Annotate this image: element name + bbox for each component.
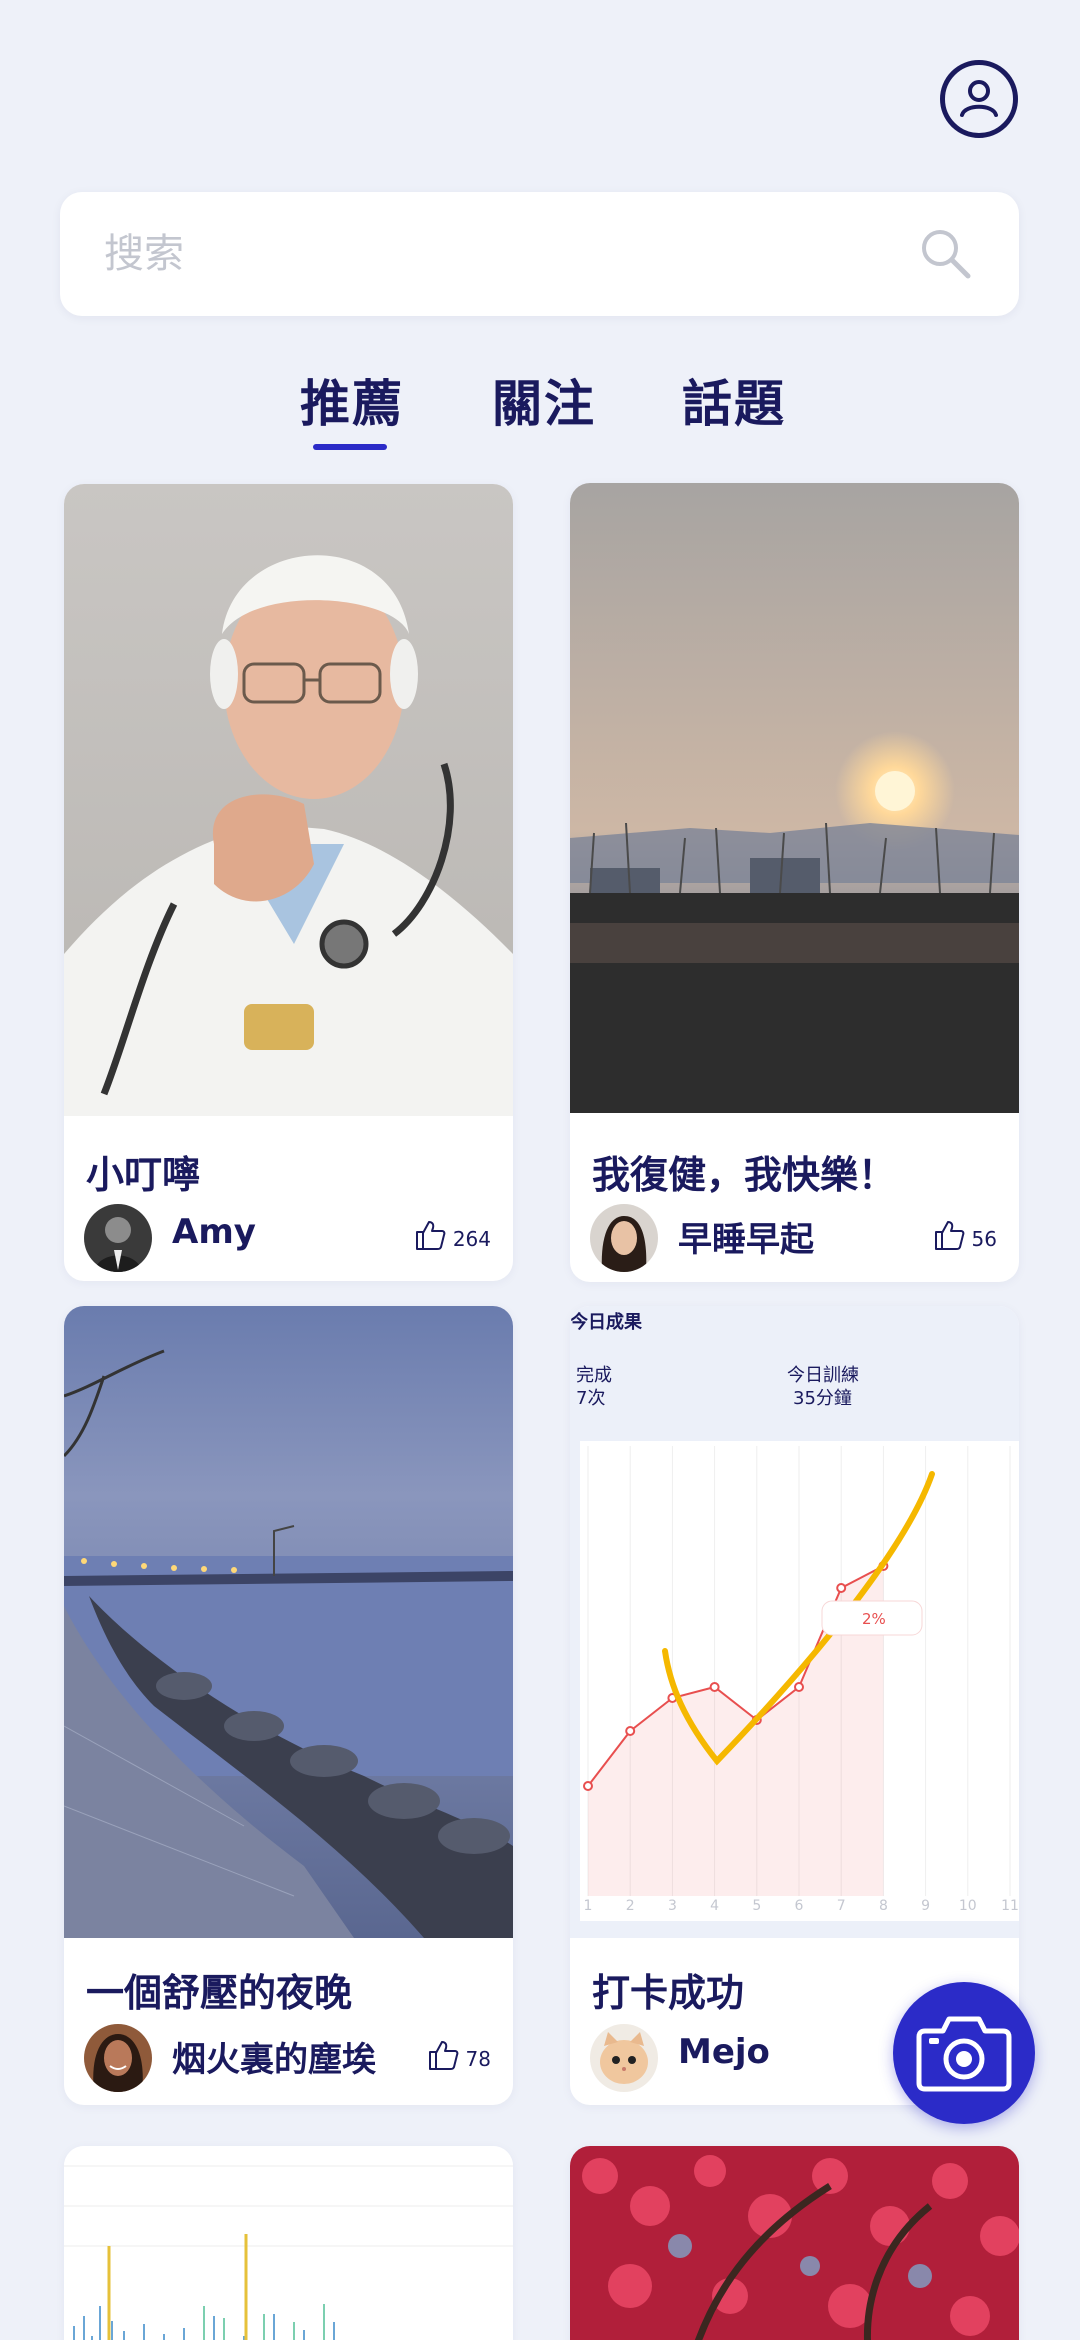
like-button[interactable]: 56 — [932, 1218, 997, 1252]
post-card[interactable] — [64, 2146, 513, 2340]
training-label: 今日訓練 — [787, 1365, 859, 1386]
x-tick-label: 8 — [879, 1898, 888, 1914]
post-image[interactable] — [64, 1306, 513, 1938]
x-tick-label: 3 — [668, 1898, 677, 1914]
result-heading: 今日成果 — [570, 1311, 643, 1333]
author-name[interactable]: 烟火裏的塵埃 — [172, 2032, 376, 2081]
like-count: 264 — [452, 1227, 491, 1251]
thumbs-up-icon — [428, 2041, 458, 2070]
author-name[interactable]: Amy — [172, 1212, 256, 1252]
data-point — [625, 1726, 636, 1736]
done-value: 7次 — [576, 1388, 605, 1409]
training-value: 35分鐘 — [793, 1388, 852, 1409]
camera-icon — [916, 2016, 1012, 2092]
x-tick-label: 2 — [626, 1898, 635, 1914]
x-tick-label: 9 — [921, 1898, 930, 1914]
like-count: 78 — [465, 2047, 491, 2071]
post-title: 打卡成功 — [592, 1971, 745, 2015]
post-title: 小叮嚀 — [86, 1153, 201, 1197]
search-icon[interactable] — [918, 226, 974, 282]
post-card[interactable]: 一個舒壓的夜晚 烟火裏的塵埃 78 — [64, 1306, 513, 2105]
author-avatar[interactable] — [590, 1204, 658, 1272]
like-button[interactable]: 264 — [413, 1218, 491, 1252]
search-bar[interactable] — [60, 192, 1019, 316]
like-button[interactable]: 78 — [426, 2038, 491, 2072]
user-circle-icon — [960, 80, 998, 117]
data-point — [794, 1682, 804, 1692]
x-tick-label: 6 — [795, 1898, 804, 1914]
x-tick-label: 10 — [959, 1898, 977, 1914]
post-card[interactable]: 我復健，我快樂！ 早睡早起 56 — [570, 483, 1019, 1282]
author-name[interactable]: Mejo — [678, 2032, 770, 2072]
author-avatar[interactable] — [84, 2024, 152, 2092]
post-image[interactable] — [570, 483, 1019, 1113]
done-label: 完成 — [576, 1365, 612, 1386]
percent-badge: 2% — [862, 1610, 886, 1628]
x-tick-label: 5 — [752, 1898, 761, 1914]
post-image[interactable] — [570, 2146, 1019, 2340]
data-point — [709, 1682, 720, 1692]
post-image[interactable]: 今日成果 完成 7次 今日訓練 35分鐘 2% 1 2 3 4 5 6 7 8 9 10 11 — [570, 1306, 1019, 1938]
thumbs-up-icon — [415, 1221, 446, 1250]
data-point — [583, 1781, 593, 1791]
feed-page: 推薦 關注 話題 — [0, 0, 1080, 2340]
tab-topics[interactable]: 話題 — [682, 364, 786, 434]
like-count: 56 — [971, 1227, 997, 1251]
post-image[interactable] — [64, 2146, 513, 2340]
author-name[interactable]: 早睡早起 — [678, 1212, 814, 1261]
tab-active-indicator — [313, 444, 387, 450]
tab-following[interactable]: 關注 — [492, 364, 596, 434]
thumbs-up-icon — [934, 1221, 964, 1250]
x-tick-label: 11 — [1001, 1898, 1019, 1914]
post-title: 一個舒壓的夜晚 — [86, 1971, 353, 2015]
post-card[interactable]: 小叮嚀 Amy 264 — [64, 484, 513, 1281]
tab-recommended[interactable]: 推薦 — [300, 364, 404, 434]
data-point — [836, 1583, 847, 1593]
post-card[interactable] — [570, 2146, 1019, 2340]
x-tick-label: 4 — [710, 1898, 719, 1914]
profile-button[interactable] — [940, 60, 1018, 138]
author-avatar[interactable] — [84, 1204, 152, 1272]
x-tick-label: 7 — [837, 1898, 846, 1914]
x-tick-label: 1 — [584, 1898, 593, 1914]
search-input[interactable] — [104, 222, 904, 286]
camera-button[interactable] — [893, 1982, 1035, 2124]
author-avatar[interactable] — [590, 2024, 658, 2092]
post-image[interactable] — [64, 484, 513, 1116]
post-title: 我復健，我快樂！ — [592, 1153, 897, 1197]
